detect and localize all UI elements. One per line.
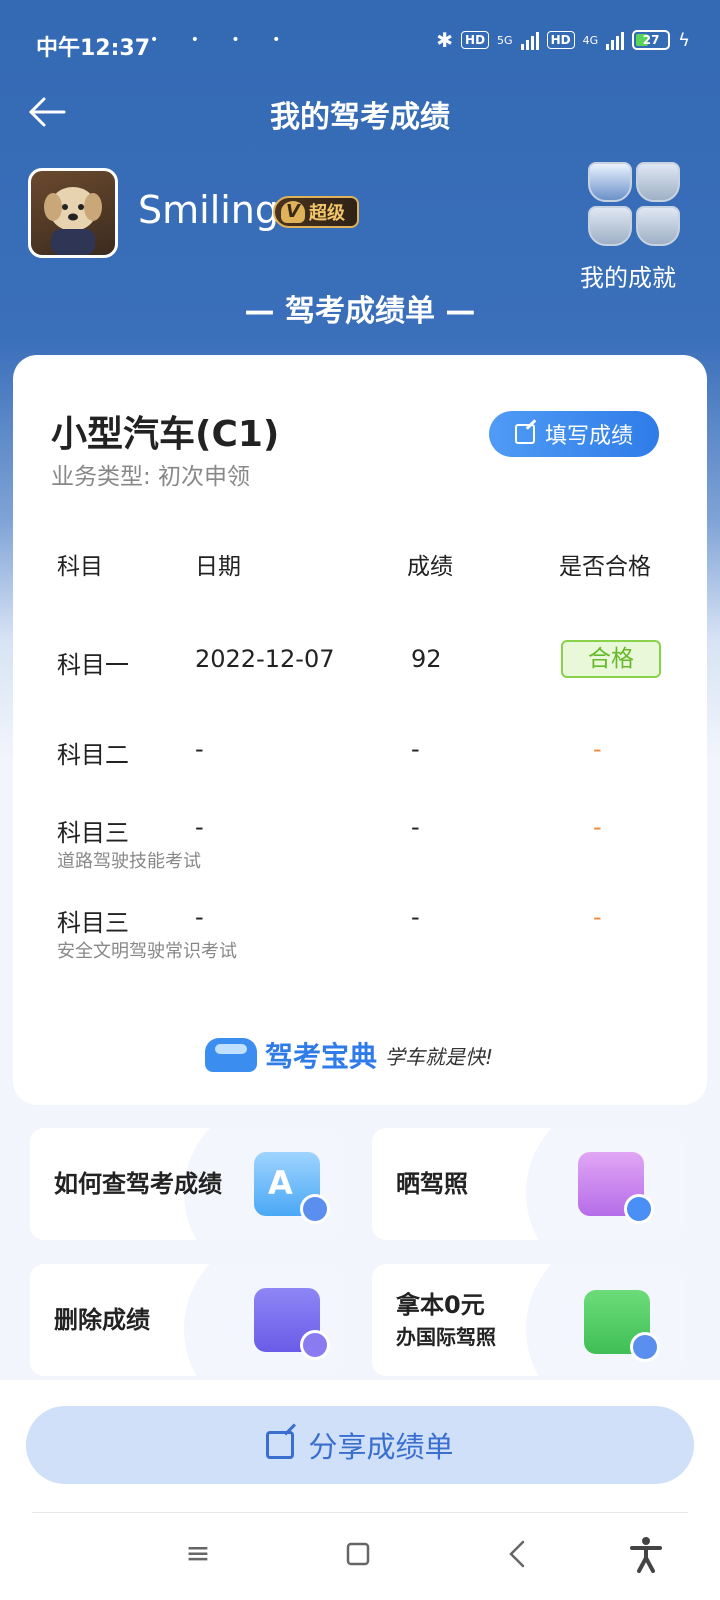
status-right: ✱ HD 5G HD 4G 27 ϟ xyxy=(436,28,690,52)
tile-label: 晒驾照 xyxy=(396,1170,468,1198)
page-title: 我的驾考成绩 xyxy=(270,100,450,135)
vip-v-icon: V xyxy=(281,201,305,223)
row-score: 92 xyxy=(411,645,442,673)
tile-international-license[interactable]: 拿本0元 办国际驾照 xyxy=(372,1264,686,1376)
achievement-badge-icon xyxy=(636,162,680,202)
brand-name: 驾考宝典 xyxy=(265,1040,378,1073)
column-header-date: 日期 xyxy=(195,554,241,580)
brand-logo: 驾考宝典 学车就是快! xyxy=(205,1035,493,1075)
edit-icon xyxy=(514,424,535,444)
business-type: 业务类型: 初次申领 xyxy=(51,464,251,490)
hd-badge: HD xyxy=(461,31,490,49)
column-header-score: 成绩 xyxy=(407,554,453,580)
notification-icons: • • • • xyxy=(150,32,295,48)
achievement-badge-icon xyxy=(588,162,632,202)
vip-label: 超级 xyxy=(309,203,345,224)
tile-show-license[interactable]: 晒驾照 xyxy=(372,1128,686,1240)
home-nav-icon[interactable] xyxy=(338,1534,378,1574)
status-time: 中午12:37 xyxy=(36,36,151,61)
row-score: - xyxy=(411,813,420,841)
back-nav-icon[interactable] xyxy=(498,1534,538,1574)
top-bar: 我的驾考成绩 xyxy=(0,78,720,148)
row-score: - xyxy=(411,735,420,763)
network-4g-label: 4G xyxy=(582,33,599,47)
divider xyxy=(32,1512,688,1513)
avatar[interactable] xyxy=(28,168,118,258)
battery-icon: 27 xyxy=(632,30,671,50)
share-icon xyxy=(266,1431,295,1459)
row-result: - xyxy=(593,903,602,931)
hd-badge-2: HD xyxy=(546,31,575,49)
row-subject: 科目一 xyxy=(57,651,129,679)
row-score: - xyxy=(411,903,420,931)
username: Smiling xyxy=(138,188,280,232)
column-header-pass: 是否合格 xyxy=(559,554,651,580)
row-note: 安全文明驾驶常识考试 xyxy=(57,941,237,962)
achievement-badge-icon xyxy=(636,206,680,246)
row-subject: 科目三 xyxy=(57,909,129,937)
tile-check-scores[interactable]: 如何查驾考成绩 A xyxy=(30,1128,344,1240)
photo-camera-icon xyxy=(578,1152,654,1224)
column-header-subject: 科目 xyxy=(57,554,103,580)
sheet-title: — 驾考成绩单 — xyxy=(244,294,476,329)
menu-nav-icon[interactable]: ≡ xyxy=(178,1534,218,1574)
network-5g-label: 5G xyxy=(497,33,513,47)
fill-score-button[interactable]: 填写成绩 xyxy=(489,411,659,457)
accessibility-icon[interactable] xyxy=(626,1534,666,1574)
row-subject: 科目三 xyxy=(57,819,129,847)
tile-label: 删除成绩 xyxy=(54,1306,150,1334)
brand-slogan: 学车就是快! xyxy=(385,1044,494,1069)
row-note: 道路驾驶技能考试 xyxy=(57,851,201,872)
charging-icon: ϟ xyxy=(678,29,690,51)
document-search-icon: A xyxy=(254,1152,330,1224)
signal-icon xyxy=(520,30,539,50)
car-logo-icon xyxy=(205,1038,257,1072)
tile-label: 如何查驾考成绩 xyxy=(54,1170,222,1198)
id-card-globe-icon xyxy=(584,1290,660,1362)
row-date: - xyxy=(195,903,204,931)
fill-score-label: 填写成绩 xyxy=(544,424,633,449)
achievement-badges[interactable] xyxy=(588,162,682,246)
tile-label-line2: 办国际驾照 xyxy=(396,1325,496,1349)
vip-badge[interactable]: V 超级 xyxy=(273,196,359,228)
share-label: 分享成绩单 xyxy=(308,1430,454,1464)
row-result: - xyxy=(593,735,602,763)
score-card: 小型汽车(C1) 业务类型: 初次申领 填写成绩 科目 日期 成绩 是否合格 科… xyxy=(13,355,707,1105)
row-date: 2022-12-07 xyxy=(195,645,335,673)
achievement-badge-icon xyxy=(588,206,632,246)
car-type: 小型汽车(C1) xyxy=(51,414,280,455)
row-result: - xyxy=(593,813,602,841)
delete-document-icon xyxy=(254,1288,330,1360)
bluetooth-icon: ✱ xyxy=(436,28,454,52)
pass-badge: 合格 xyxy=(561,640,661,678)
status-bar: 中午12:37 • • • • ✱ HD 5G HD 4G 27 ϟ xyxy=(0,0,720,90)
row-date: - xyxy=(195,735,204,763)
share-button[interactable]: 分享成绩单 xyxy=(26,1406,694,1484)
tile-label-line1: 拿本0元 xyxy=(396,1291,485,1319)
row-subject: 科目二 xyxy=(57,741,129,769)
row-date: - xyxy=(195,813,204,841)
tile-delete-scores[interactable]: 删除成绩 xyxy=(30,1264,344,1376)
signal-icon-2 xyxy=(606,30,625,50)
dog-photo-icon xyxy=(44,187,102,255)
